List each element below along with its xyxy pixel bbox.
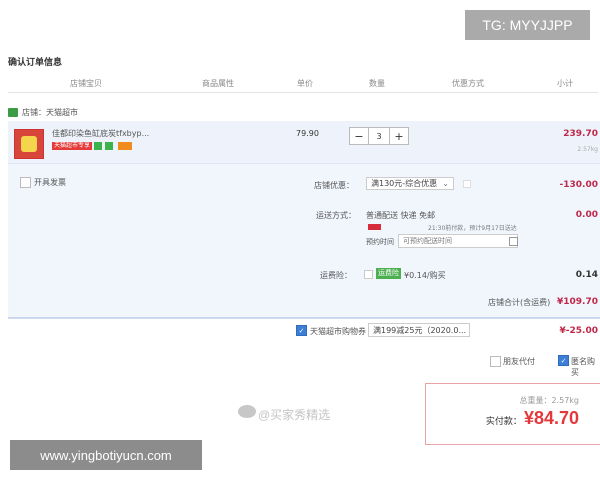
column-header-discount: 优惠方式 <box>452 79 484 88</box>
product-image[interactable] <box>14 129 44 159</box>
shipping-method: 普通配送 快递 免邮 <box>366 211 436 220</box>
quantity-stepper: − 3 + <box>349 127 409 145</box>
promo-tag: 天猫超市专享 <box>52 142 93 150</box>
anonymous-checkbox[interactable]: ✓ <box>558 355 569 366</box>
quantity-input[interactable]: 3 <box>368 128 390 144</box>
express-logo-icon <box>368 224 381 230</box>
chevron-down-icon: ⌄ <box>442 179 449 188</box>
watermark-text: @买家秀精选 <box>258 408 331 422</box>
store-total-label: 店铺合计(含运费) <box>488 298 551 307</box>
column-header-subtotal: 小计 <box>557 79 573 88</box>
item-weight: 2.57kg <box>577 146 598 153</box>
service-icon <box>118 142 132 150</box>
store-icon <box>8 108 18 117</box>
unit-price: 79.90 <box>296 129 319 138</box>
column-header-item: 店铺宝贝 <box>70 79 102 88</box>
column-header-price: 单价 <box>297 79 313 88</box>
header-divider <box>8 92 598 93</box>
tg-badge: TG: MYYJJPP <box>465 10 590 40</box>
store-discount-amount: -130.00 <box>559 180 598 190</box>
coupon-label: 天猫超市购物券 <box>310 327 366 336</box>
store-total-amount: ¥109.70 <box>557 297 598 307</box>
panel-divider <box>8 317 600 318</box>
insurance-checkbox[interactable] <box>364 270 373 279</box>
store-discount-select[interactable]: 满130元-综合优惠 ⌄ <box>366 177 454 190</box>
coupon-select[interactable]: 满199减25元（2020.0... <box>368 323 470 337</box>
payment-summary: 总重量：2.57kg 实付款： ¥84.70 <box>425 383 600 445</box>
column-header-quantity: 数量 <box>369 79 385 88</box>
shipping-amount: 0.00 <box>575 210 598 220</box>
pay-amount-row: 实付款： ¥84.70 <box>486 408 579 429</box>
coupon-amount: ¥-25.00 <box>559 326 598 336</box>
service-icon <box>94 142 102 150</box>
increment-button[interactable]: + <box>390 128 408 144</box>
total-weight: 总重量：2.57kg <box>519 395 579 406</box>
shipping-insurance-label: 运费险： <box>320 271 352 280</box>
anonymous-label: 匿名购买 <box>571 357 595 377</box>
item-subtotal: 239.70 <box>563 129 598 139</box>
column-header-attributes: 商品属性 <box>202 79 234 88</box>
pay-label: 实付款： <box>485 417 522 427</box>
weibo-logo-icon <box>238 405 256 418</box>
arrival-estimate: 21:30前付款，预计9月17日送达 <box>428 225 517 232</box>
pay-amount: ¥84.70 <box>523 408 579 428</box>
store-discount-label: 店铺优惠： <box>314 181 354 190</box>
appointment-time-input[interactable]: 可预约配送时间 <box>398 234 518 248</box>
coupon-value: 满199减25元（2020.0... <box>373 325 467 335</box>
shipping-label: 运送方式： <box>316 211 356 220</box>
info-icon <box>463 180 471 188</box>
insurance-amount: 0.14 <box>575 270 598 280</box>
page-title: 确认订单信息 <box>8 58 63 68</box>
invoice-checkbox[interactable] <box>20 177 31 188</box>
coupon-checkbox[interactable]: ✓ <box>296 325 307 336</box>
service-icon <box>105 142 113 150</box>
appointment-label: 预约时间 <box>366 238 394 246</box>
invoice-label: 开具发票 <box>34 178 66 187</box>
pay-for-others-checkbox[interactable] <box>490 356 501 367</box>
insurance-price: ¥0.14/购买 <box>404 271 446 280</box>
store-discount-value: 满130元-综合优惠 <box>371 179 438 188</box>
pay-for-others-label: 朋友代付 <box>503 357 535 366</box>
total-weight-label: 总重量： <box>519 396 552 405</box>
insurance-badge: 运费险 <box>376 268 401 279</box>
total-weight-value: 2.57kg <box>551 396 579 405</box>
site-badge: www.yingbotiyucn.com <box>10 440 202 470</box>
decrement-button[interactable]: − <box>350 128 368 144</box>
store-name[interactable]: 店铺：天猫超市 <box>22 107 78 118</box>
calendar-icon[interactable] <box>509 237 518 246</box>
product-name-link[interactable]: 佳都印染鱼缸底炭tfxbyp... <box>52 128 149 139</box>
